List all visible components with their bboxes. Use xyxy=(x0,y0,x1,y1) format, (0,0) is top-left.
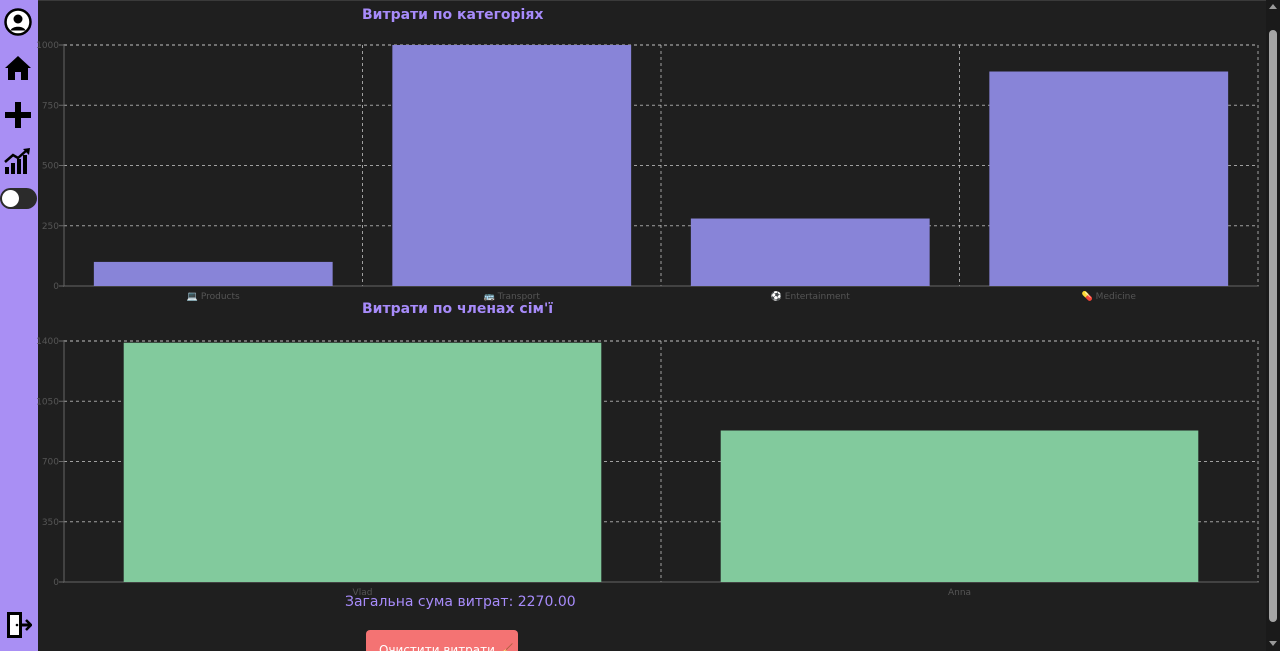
total-expenses-text: Загальна сума витрат: 2270.00 xyxy=(345,594,576,610)
logout-door-icon[interactable] xyxy=(4,611,32,639)
category-y-tick-label: 0 xyxy=(53,282,59,292)
category-y-tick-label: 250 xyxy=(42,222,59,232)
theme-toggle[interactable] xyxy=(0,188,37,209)
chart-growth-icon[interactable] xyxy=(4,147,32,175)
member-y-tick-label: 0 xyxy=(53,578,59,588)
category-y-tick-label: 750 xyxy=(42,101,59,111)
category-x-tick-label: 💻 Products xyxy=(187,292,240,302)
member-y-tick-label: 350 xyxy=(42,518,59,528)
member-chart-title: Витрати по членах сім'ї xyxy=(362,301,554,317)
home-icon[interactable] xyxy=(4,54,32,82)
clear-expenses-button[interactable]: Очистити витрати 🧹 xyxy=(366,630,518,651)
category-x-tick-label: ⚽ Entertainment xyxy=(770,290,850,302)
member-bar[interactable] xyxy=(123,342,602,582)
member-x-tick-label: Anna xyxy=(948,588,971,598)
category-expenses-chart: 02505007501000💻 Products 🚌 Transport ⚽ Ent… xyxy=(36,41,1259,302)
scroll-thumb[interactable] xyxy=(1269,30,1277,622)
sidebar xyxy=(0,0,38,651)
scroll-down-arrow-icon[interactable] xyxy=(1269,641,1277,646)
category-bar[interactable] xyxy=(690,218,930,286)
scrollbar[interactable] xyxy=(1266,0,1280,651)
member-y-tick-label: 700 xyxy=(42,458,59,468)
member-bar[interactable] xyxy=(720,430,1199,582)
category-x-tick-label: 💊 Medicine xyxy=(1082,290,1137,302)
category-bar[interactable] xyxy=(93,261,333,286)
member-expenses-chart: 035070010501400Vlad Anna xyxy=(36,337,1259,598)
category-bar[interactable] xyxy=(392,45,632,286)
main-content: Витрати по категоріях 0 250 500 750 1000 💻 Pr… xyxy=(36,0,1266,651)
scroll-up-arrow-icon[interactable] xyxy=(1269,4,1277,9)
app-root: Витрати по категоріях 0 250 500 750 1000 💻 Pr… xyxy=(0,0,1280,651)
member-y-tick-label: 1050 xyxy=(36,397,59,407)
plus-icon[interactable] xyxy=(4,101,32,129)
category-y-tick-label: 1000 xyxy=(36,41,59,51)
category-chart-title: Витрати по категоріях xyxy=(362,7,544,23)
toggle-knob xyxy=(2,190,19,207)
member-y-tick-label: 1400 xyxy=(36,337,59,347)
user-circle-icon[interactable] xyxy=(4,8,32,36)
category-y-tick-label: 500 xyxy=(42,162,59,172)
category-bar[interactable] xyxy=(989,71,1229,286)
